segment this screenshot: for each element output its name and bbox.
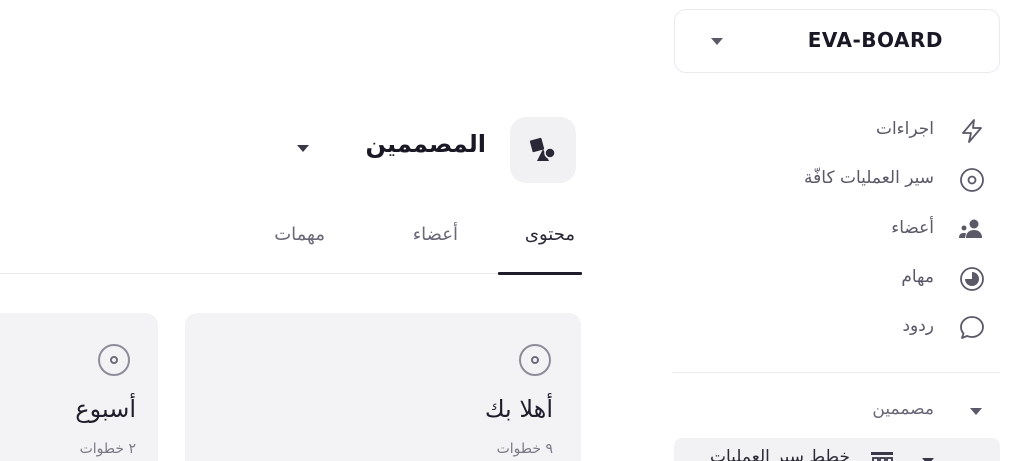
- sidebar: EVA-BOARD اجراءات سير العمليات كافّة أعض…: [672, 0, 1024, 461]
- tab-members[interactable]: أعضاء: [413, 224, 458, 245]
- sidebar-group-label: مصممين: [872, 399, 934, 419]
- users-icon: [959, 219, 982, 238]
- workspace-switcher[interactable]: EVA-BOARD: [674, 9, 1000, 73]
- zap-icon: [962, 119, 982, 143]
- tabs-divider: [0, 273, 582, 274]
- sidebar-item-replies[interactable]: ردود: [686, 310, 986, 344]
- sidebar-item-label: اجراءات: [875, 119, 934, 139]
- sidebar-item-label: ردود: [902, 316, 934, 336]
- sidebar-item-label: سير العمليات كافّة: [804, 168, 934, 188]
- sidebar-item-workflow-plans[interactable]: خطط سير العمليات: [674, 438, 1000, 461]
- team-name[interactable]: المصممين: [365, 130, 486, 158]
- card-title: أسبوع: [75, 395, 136, 423]
- team-avatar[interactable]: [510, 117, 576, 183]
- card-subtitle: ٩ خطوات: [496, 441, 553, 457]
- pie-icon: [960, 267, 984, 291]
- workflow-card[interactable]: أسبوع ٢ خطوات: [0, 313, 158, 461]
- target-icon: [98, 344, 130, 376]
- workspace-name: EVA-BOARD: [807, 28, 943, 52]
- sidebar-item-label: خطط سير العمليات: [709, 447, 850, 461]
- sidebar-item-actions[interactable]: اجراءات: [686, 113, 986, 147]
- shapes-icon: [529, 137, 556, 161]
- sidebar-item-all-workflows[interactable]: سير العمليات كافّة: [686, 162, 986, 196]
- active-tab-indicator: [498, 272, 582, 275]
- target-icon: [960, 168, 984, 192]
- chevron-down-icon[interactable]: [297, 145, 309, 152]
- sidebar-item-label: أعضاء: [891, 218, 934, 238]
- chat-icon: [960, 316, 984, 339]
- card-title: أهلا بك: [484, 395, 553, 423]
- tab-tasks[interactable]: مهمات: [274, 224, 325, 245]
- card-subtitle: ٢ خطوات: [79, 441, 136, 457]
- chevron-down-icon[interactable]: [970, 408, 982, 415]
- main-content: المصممين محتوى أعضاء مهمات أهلا بك ٩ خطو…: [0, 0, 672, 461]
- sidebar-group-designers[interactable]: مصممين: [686, 395, 986, 429]
- kanban-icon: [871, 452, 893, 461]
- chevron-down-icon: [711, 38, 723, 45]
- sidebar-divider: [672, 372, 1000, 373]
- sidebar-item-label: مهام: [901, 267, 934, 287]
- target-icon: [519, 344, 551, 376]
- sidebar-item-members[interactable]: أعضاء: [686, 212, 986, 246]
- workflow-card[interactable]: أهلا بك ٩ خطوات: [185, 313, 581, 461]
- tab-content[interactable]: محتوى: [525, 224, 575, 245]
- sidebar-item-tasks[interactable]: مهام: [686, 261, 986, 295]
